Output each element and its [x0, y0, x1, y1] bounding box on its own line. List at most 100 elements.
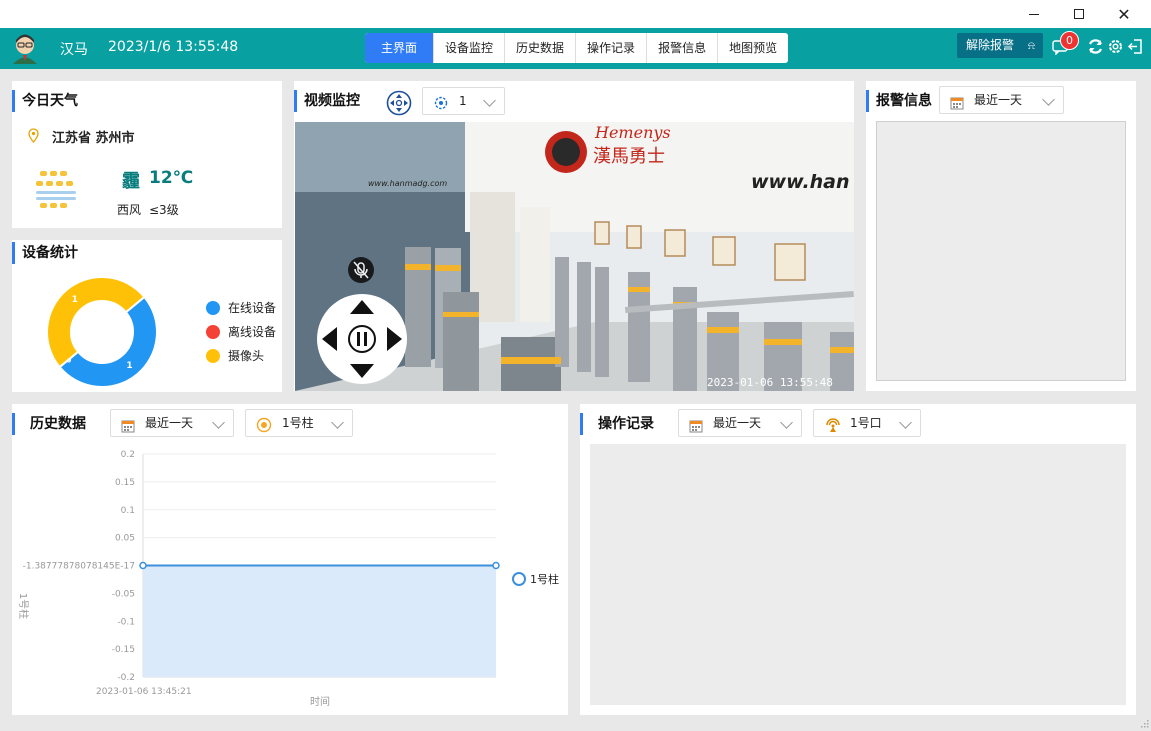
history-device-value: 1号柱: [282, 416, 314, 430]
maximize-button[interactable]: [1056, 0, 1102, 28]
clear-alarm-button[interactable]: 解除报警 ⍾: [957, 33, 1043, 58]
history-chart: 0.2 0.15 0.1 0.05 -1.38777878078145E-17 -0.05…: [17, 450, 559, 708]
app-header: 汉马 2023/1/6 13:55:48 主界面 设备监控 历史数据 操作记录 …: [0, 28, 1151, 69]
online-dot-icon: [206, 300, 220, 315]
device-stats-panel: 设备统计 101 在线设备 离线设备 摄像头: [12, 240, 282, 392]
weather-condition-glyph: 霾: [122, 171, 140, 192]
video-title: 视频监控: [294, 90, 360, 112]
y-tick-label: -0.05: [112, 589, 135, 599]
scene-brand-cn: 漢馬勇士: [593, 146, 665, 167]
alarm-range-value: 最近一天: [974, 93, 1023, 107]
history-device-select[interactable]: 1号柱: [245, 409, 353, 437]
chevron-down-icon: [212, 416, 225, 429]
tab-main[interactable]: 主界面: [365, 33, 435, 63]
settings-gear-icon[interactable]: [1107, 38, 1124, 58]
x-axis-label: 时间: [310, 695, 330, 708]
chevron-down-icon: [780, 416, 793, 429]
alarm-range-select[interactable]: 最近一天: [939, 86, 1064, 114]
oplog-title: 操作记录: [580, 413, 654, 435]
offline-dot-icon: [206, 324, 220, 339]
close-icon: ✕: [1117, 4, 1131, 24]
tab-map-preview[interactable]: 地图预览: [718, 33, 789, 63]
alarm-title: 报警信息: [866, 90, 932, 112]
series-area: [143, 565, 496, 677]
location-text: 江苏省 苏州市: [52, 131, 135, 146]
resize-grip-icon[interactable]: [1139, 717, 1149, 728]
legend-camera: 摄像头: [206, 347, 264, 364]
logout-icon[interactable]: [1127, 38, 1144, 58]
x-tick-label: 2023-01-06 13:45:21: [96, 687, 192, 697]
refresh-icon[interactable]: [1087, 38, 1104, 58]
chevron-down-icon: [1042, 93, 1055, 106]
calendar-icon: [950, 93, 964, 119]
y-tick-label: 0.1: [121, 506, 135, 516]
calendar-icon: [689, 416, 703, 442]
bollard-device-icon: [256, 416, 272, 442]
alarm-list-area[interactable]: [876, 121, 1126, 381]
haze-weather-icon: [34, 169, 80, 218]
legend-camera-label: 摄像头: [228, 349, 265, 363]
y-tick-label: -0.1: [117, 617, 135, 627]
y-tick-label: -0.2: [117, 673, 135, 683]
video-panel: 视频监控 1 Hemenys 漢馬勇士 www.hanmadg.com www.…: [294, 81, 854, 391]
scene-url-text: www.hanmadg.com: [368, 179, 447, 188]
series-point: [139, 561, 147, 570]
y-tick-label: -0.15: [112, 645, 135, 655]
ptz-right-arrow-icon[interactable]: [387, 327, 402, 351]
minimize-icon: [1029, 13, 1039, 15]
tab-operation-log[interactable]: 操作记录: [576, 33, 648, 63]
wind-direction: 西风: [117, 203, 142, 217]
main-nav-tabs: 主界面 设备监控 历史数据 操作记录 报警信息 地图预览: [365, 33, 789, 63]
signal-gate-icon: [824, 416, 842, 442]
window-titlebar: ✕: [0, 0, 1151, 28]
weather-panel: 今日天气 江苏省 苏州市 霾 12℃ 西风 ≤3级: [12, 81, 282, 228]
ptz-pause-icon[interactable]: [348, 325, 376, 353]
clear-alarm-label: 解除报警: [966, 38, 1015, 52]
y-axis-label: 1号柱: [17, 593, 30, 619]
legend-offline: 离线设备: [206, 323, 276, 340]
scene-brand-text: Hemenys: [594, 123, 671, 142]
oplog-device-select[interactable]: 1号口: [813, 409, 921, 437]
tab-device-monitor[interactable]: 设备监控: [434, 33, 506, 63]
avatar[interactable]: [10, 31, 40, 64]
notification-badge: 0: [1060, 31, 1079, 50]
video-timestamp: 2023-01-06 13:55:48: [707, 376, 833, 389]
video-feed[interactable]: Hemenys 漢馬勇士 www.hanmadg.com www.han 202…: [295, 122, 854, 391]
chevron-down-icon: [483, 94, 496, 107]
current-datetime: 2023/1/6 13:55:48: [108, 39, 239, 55]
y-tick-label: 0.05: [115, 534, 135, 544]
y-tick-label: 0.15: [115, 478, 135, 488]
history-range-value: 最近一天: [145, 416, 194, 430]
oplog-range-value: 最近一天: [713, 416, 762, 430]
history-range-select[interactable]: 最近一天: [110, 409, 234, 437]
oplog-range-select[interactable]: 最近一天: [678, 409, 802, 437]
legend-online-label: 在线设备: [228, 301, 277, 315]
scene-url-big: www.han: [751, 171, 850, 193]
oplog-list-area[interactable]: [590, 444, 1126, 705]
ptz-down-arrow-icon[interactable]: [350, 364, 374, 378]
mute-mic-button[interactable]: [348, 257, 374, 283]
minimize-button[interactable]: [1011, 0, 1057, 28]
close-button[interactable]: ✕: [1101, 0, 1147, 28]
device-stats-title: 设备统计: [12, 242, 78, 264]
ptz-left-arrow-icon[interactable]: [322, 327, 337, 351]
y-tick-label: -1.38777878078145E-17: [23, 562, 135, 572]
ptz-up-arrow-icon[interactable]: [350, 300, 374, 314]
tab-alarm-info[interactable]: 报警信息: [647, 33, 719, 63]
donut-label: 1: [126, 361, 132, 371]
camera-dot-icon: [206, 348, 220, 363]
legend-offline-label: 离线设备: [228, 325, 277, 339]
legend-online: 在线设备: [206, 299, 276, 316]
calendar-icon: [121, 416, 135, 442]
mic-off-icon: [353, 261, 369, 279]
history-panel: 历史数据 最近一天 1号柱 0.2 0.15 0.1 0.05 -1.387778780…: [12, 404, 568, 715]
temperature: 12℃: [149, 168, 194, 188]
legend-series-icon: [512, 572, 526, 586]
maximize-icon: [1074, 9, 1084, 19]
location-pin-icon: [28, 128, 39, 146]
ptz-control-pad[interactable]: [317, 294, 407, 384]
camera-channel-select[interactable]: 1: [422, 87, 505, 115]
tab-history[interactable]: 历史数据: [505, 33, 577, 63]
ptz-direction-icon[interactable]: [386, 90, 412, 119]
history-title: 历史数据: [12, 413, 86, 435]
